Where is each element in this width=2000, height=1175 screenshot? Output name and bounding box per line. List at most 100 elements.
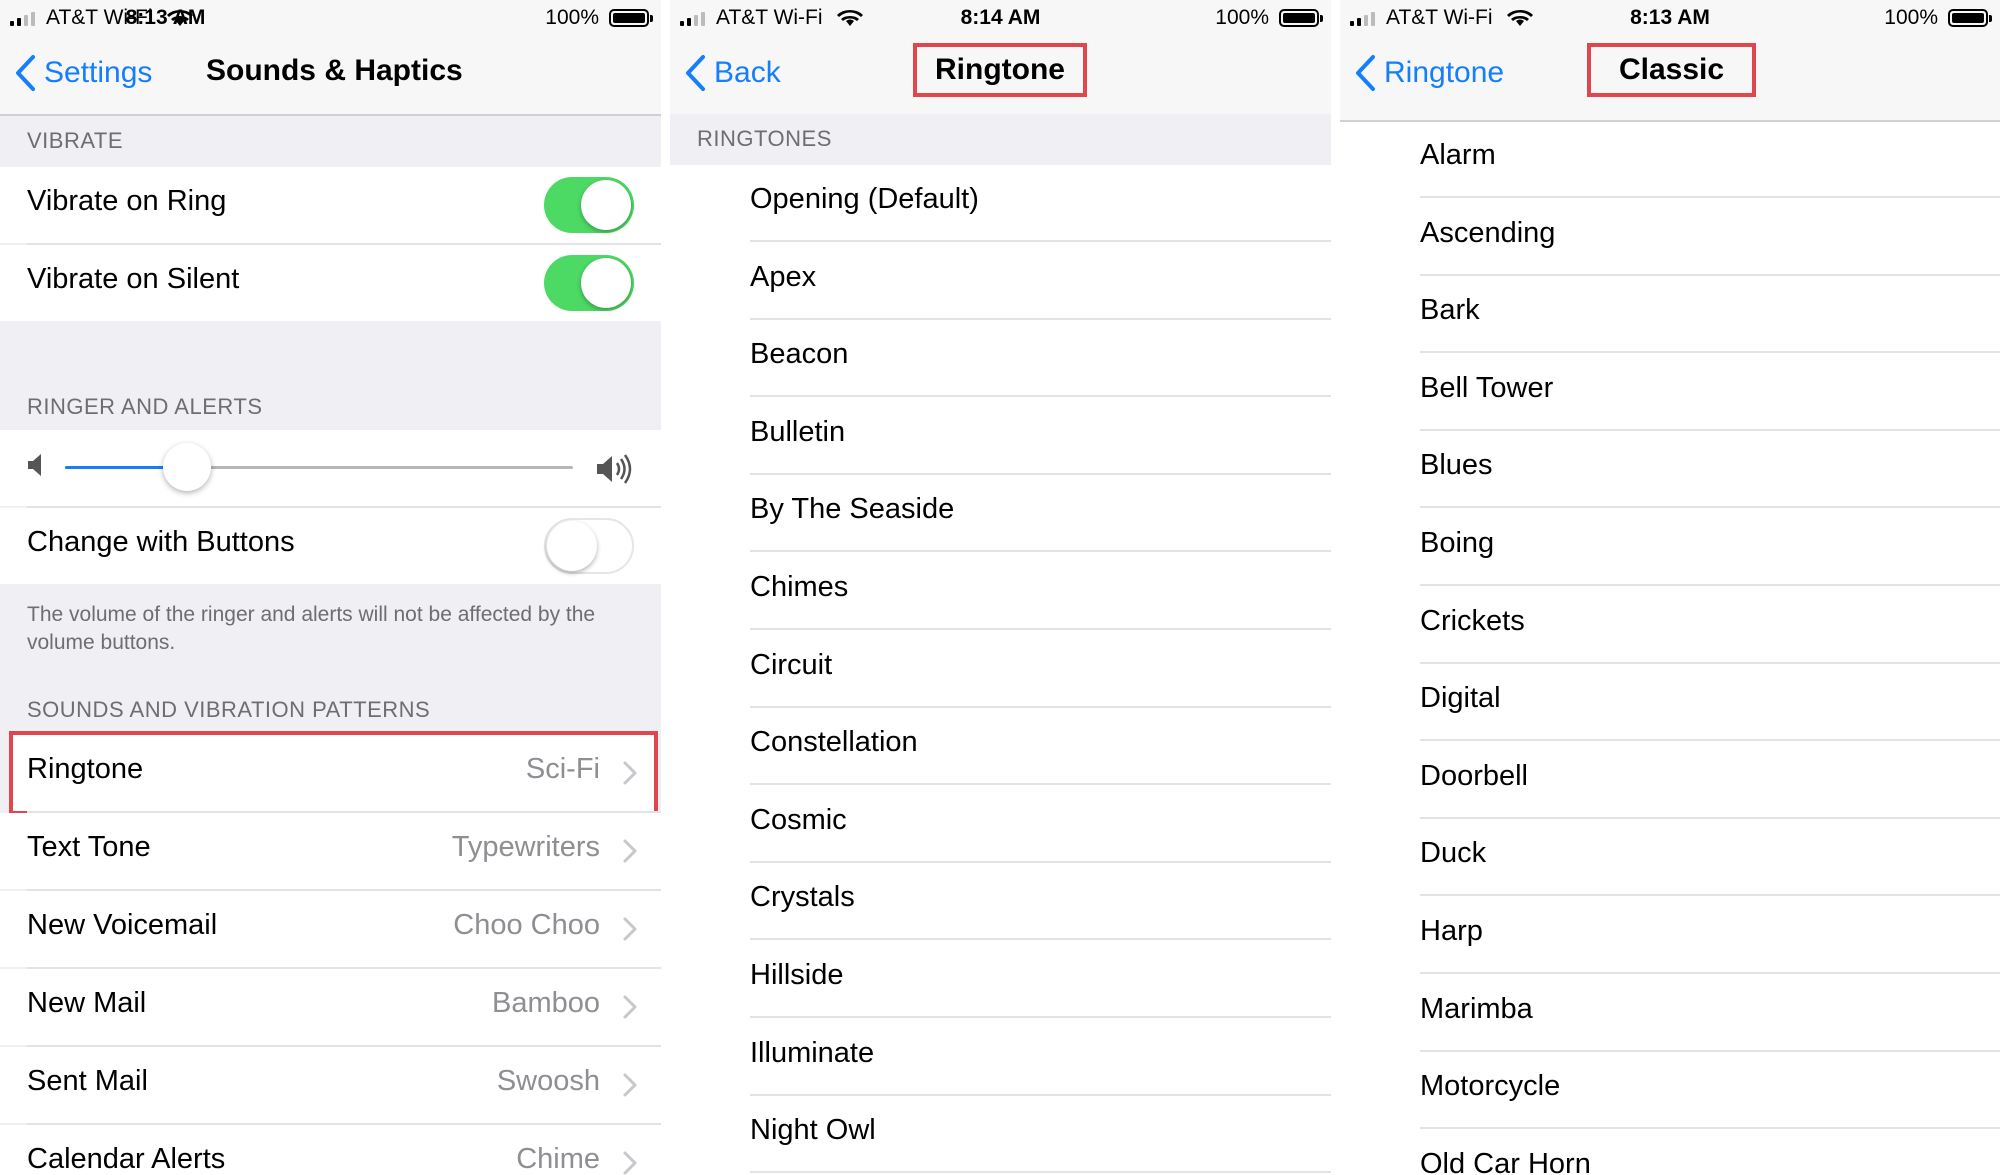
section-header-ringtones: RINGTONES bbox=[697, 126, 832, 151]
ringtone-label: Cosmic bbox=[750, 803, 847, 836]
ringtone-item[interactable]: By The Seaside bbox=[670, 475, 1331, 553]
row-value: Typewriters bbox=[451, 831, 600, 863]
row-label: Calendar Alerts bbox=[27, 1143, 226, 1175]
sound-row-new-voicemail[interactable]: New Voicemail Choo Choo bbox=[0, 891, 661, 967]
ringtone-label: Boing bbox=[1420, 527, 1495, 559]
navigation-bar: Settings Sounds & Haptics bbox=[0, 36, 661, 116]
chevron-left-icon bbox=[1356, 55, 1375, 91]
ringtone-item[interactable]: Circuit bbox=[670, 631, 1331, 708]
battery-icon bbox=[1279, 9, 1323, 27]
back-button[interactable]: Ringtone bbox=[1354, 54, 1504, 92]
ringtone-item[interactable]: Crystals bbox=[670, 863, 1331, 941]
ringtone-item[interactable]: Crickets bbox=[1340, 587, 2000, 664]
ringtone-item[interactable]: Blues bbox=[1340, 431, 2000, 509]
chevron-left-icon bbox=[686, 55, 705, 91]
ringtone-label: Digital bbox=[1420, 682, 1501, 715]
ringtone-item[interactable]: Duck bbox=[1340, 819, 2000, 897]
row-value: Sci-Fi bbox=[525, 753, 600, 785]
ringtone-item[interactable]: Bell Tower bbox=[1340, 354, 2000, 431]
ringtone-item[interactable]: Old Car Horn bbox=[1340, 1130, 2000, 1175]
sound-row-new-mail[interactable]: New Mail Bamboo bbox=[0, 969, 661, 1045]
ringtone-label: Hillside bbox=[750, 959, 844, 991]
sound-row-sent-mail[interactable]: Sent Mail Swoosh bbox=[0, 1047, 661, 1123]
ringtone-item[interactable]: Beacon bbox=[670, 320, 1331, 398]
back-label: Back bbox=[714, 56, 781, 89]
sound-row-calendar-alerts[interactable]: Calendar Alerts Chime bbox=[0, 1125, 661, 1175]
toggle-knob bbox=[581, 258, 631, 308]
row-label: Vibrate on Ring bbox=[27, 185, 227, 217]
chevron-right-icon bbox=[623, 995, 637, 1019]
ringtone-label: Illuminate bbox=[750, 1036, 875, 1069]
ringtone-item[interactable]: Ascending bbox=[1340, 199, 2000, 276]
page-title: Sounds & Haptics bbox=[206, 54, 463, 87]
ringtone-item[interactable]: Boing bbox=[1340, 509, 2000, 586]
ringtone-item[interactable]: Opening (Default) bbox=[670, 165, 1331, 242]
ringtone-item[interactable]: Cosmic bbox=[670, 786, 1331, 863]
row-label: Vibrate on Silent bbox=[27, 263, 240, 295]
ringtone-label: Bark bbox=[1420, 294, 1480, 327]
volume-slider-track[interactable] bbox=[65, 466, 573, 469]
status-bar: AT&T Wi-Fi 8:14 AM 100% bbox=[670, 0, 1331, 36]
ringtone-screen: AT&T Wi-Fi 8:14 AM 100% Back Ringtone RI… bbox=[670, 0, 1331, 1175]
page-title: Classic bbox=[1586, 43, 1757, 97]
speaker-high-icon bbox=[597, 454, 632, 484]
ringtone-label: Beacon bbox=[750, 338, 849, 371]
battery-percent: 100% bbox=[1215, 6, 1269, 29]
chevron-right-icon bbox=[623, 917, 637, 941]
ringtone-item[interactable]: Marimba bbox=[1340, 975, 2000, 1052]
navigation-bar: Back Ringtone bbox=[670, 36, 1331, 116]
ringtone-label: Chimes bbox=[750, 571, 849, 603]
ringtone-item[interactable]: Motorcycle bbox=[1340, 1052, 2000, 1130]
ringer-volume-row bbox=[0, 430, 661, 506]
ringtone-item[interactable]: Constellation bbox=[670, 708, 1331, 786]
section-header-patterns: SOUNDS AND VIBRATION PATTERNS bbox=[27, 697, 431, 722]
ringtone-label: Old Car Horn bbox=[1420, 1147, 1591, 1175]
row-label: New Mail bbox=[27, 987, 147, 1019]
ringtone-label: Ascending bbox=[1420, 216, 1556, 249]
ringtone-label: Motorcycle bbox=[1420, 1070, 1561, 1103]
battery-percent: 100% bbox=[545, 6, 599, 29]
ringtone-label: Opening (Default) bbox=[750, 183, 979, 215]
ringtone-item[interactable]: Alarm bbox=[1340, 121, 2000, 198]
vibrate-on-ring-row: Vibrate on Ring bbox=[0, 167, 661, 243]
ringtone-label: Crystals bbox=[750, 881, 855, 914]
ringtone-label: Alarm bbox=[1420, 139, 1496, 171]
chevron-left-icon bbox=[16, 55, 35, 91]
ringtone-item[interactable]: Hillside bbox=[670, 941, 1331, 1018]
ringer-footnote: The volume of the ringer and alerts will… bbox=[27, 603, 596, 654]
chevron-right-icon bbox=[623, 1073, 637, 1097]
row-value: Choo Choo bbox=[453, 909, 600, 941]
sounds-haptics-screen: AT&T Wi-Fi 8:13 AM 100% Settings Sounds … bbox=[0, 0, 661, 1175]
vibrate-on-silent-toggle[interactable] bbox=[544, 255, 634, 311]
battery-icon bbox=[609, 9, 653, 27]
chevron-right-icon bbox=[623, 1151, 637, 1175]
status-bar: AT&T Wi-Fi 8:13 AM 100% bbox=[1340, 0, 2000, 36]
panel-gap bbox=[1331, 0, 1340, 1175]
ringtone-item[interactable]: Bulletin bbox=[670, 398, 1331, 475]
ringtone-item[interactable]: Bark bbox=[1340, 276, 2000, 354]
volume-slider-thumb[interactable] bbox=[162, 443, 211, 491]
ringtone-item[interactable]: Illuminate bbox=[670, 1019, 1331, 1096]
ringtone-label: Blues bbox=[1420, 449, 1493, 482]
vibrate-on-ring-toggle[interactable] bbox=[544, 177, 634, 233]
sound-row-ringtone[interactable]: Ringtone Sci-Fi bbox=[9, 731, 658, 815]
ringtone-item[interactable]: Harp bbox=[1340, 897, 2000, 974]
ringtone-label: Bulletin bbox=[750, 415, 846, 448]
sound-row-text-tone[interactable]: Text Tone Typewriters bbox=[0, 813, 661, 889]
ringtone-item[interactable]: Digital bbox=[1340, 664, 2000, 742]
ringtone-item[interactable]: Doorbell bbox=[1340, 742, 2000, 819]
ringtone-item[interactable]: Apex bbox=[670, 243, 1331, 320]
back-button[interactable]: Back bbox=[684, 54, 781, 92]
ringtone-item[interactable]: Chimes bbox=[670, 553, 1331, 630]
row-label: Ringtone bbox=[27, 753, 144, 785]
panel-gap bbox=[661, 0, 670, 1175]
back-button[interactable]: Settings bbox=[14, 54, 152, 92]
navigation-bar: Ringtone Classic bbox=[1340, 36, 2000, 122]
toggle-knob bbox=[547, 521, 597, 571]
change-with-buttons-toggle[interactable] bbox=[544, 518, 634, 574]
ringtone-label: Marimba bbox=[1420, 992, 1533, 1025]
ringtone-item[interactable]: Night Owl bbox=[670, 1096, 1331, 1174]
ringtone-label: Bell Tower bbox=[1420, 371, 1554, 404]
vibrate-on-silent-row: Vibrate on Silent bbox=[0, 245, 661, 321]
classic-ringtones-screen: AT&T Wi-Fi 8:13 AM 100% Ringtone Classic… bbox=[1340, 0, 2000, 1175]
